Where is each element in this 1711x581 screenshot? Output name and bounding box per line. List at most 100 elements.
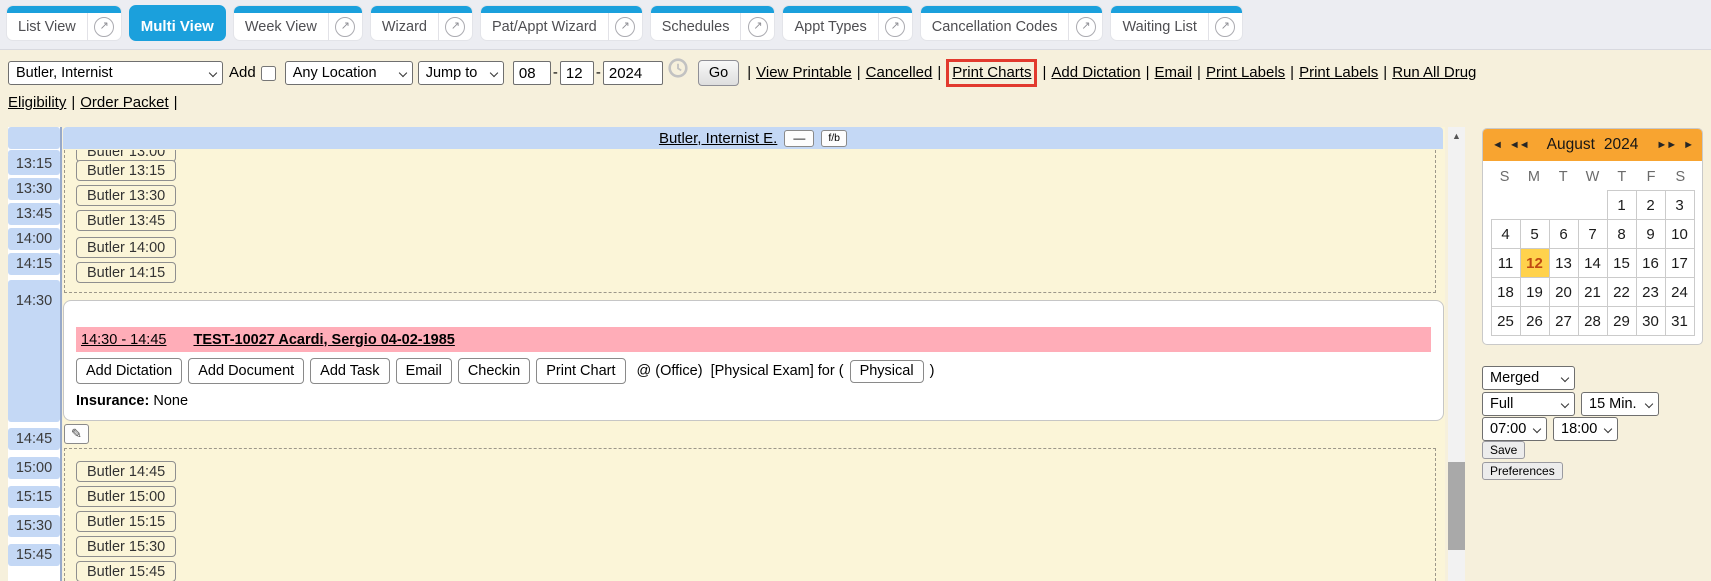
appointment-add-dictation-button[interactable]: Add Dictation <box>76 358 182 384</box>
calendar-day[interactable]: 24 <box>1665 278 1694 307</box>
add-checkbox[interactable] <box>261 66 276 81</box>
link-order-packet[interactable]: Order Packet <box>80 94 168 111</box>
open-slot-button[interactable]: Butler 13:45 <box>76 210 176 231</box>
date-year-input[interactable] <box>603 61 663 85</box>
tab-week-view[interactable]: Week View↗ <box>233 5 363 41</box>
calendar-day[interactable]: 11 <box>1491 249 1520 278</box>
link-print-labels[interactable]: Print Labels <box>1299 64 1378 81</box>
tab-schedules[interactable]: Schedules↗ <box>650 5 776 41</box>
calendar-next-fast-icon[interactable]: ►► <box>1656 139 1676 151</box>
calendar-prev-icon[interactable]: ◄ <box>1492 139 1502 151</box>
calendar-day[interactable]: 9 <box>1636 220 1665 249</box>
calendar-day[interactable]: 7 <box>1578 220 1607 249</box>
tab-appt-types[interactable]: Appt Types↗ <box>782 5 912 41</box>
time-column-divider <box>60 127 62 581</box>
open-slot-button[interactable]: Butler 15:45 <box>76 561 176 581</box>
clock-icon[interactable] <box>667 57 689 89</box>
link-add-dictation[interactable]: Add Dictation <box>1051 64 1140 81</box>
calendar-day[interactable]: 28 <box>1578 307 1607 336</box>
calendar-day[interactable]: 14 <box>1578 249 1607 278</box>
link-print-labels[interactable]: Print Labels <box>1206 64 1285 81</box>
open-slot-button[interactable]: Butler 14:00 <box>76 237 176 258</box>
calendar-day[interactable]: 2 <box>1636 191 1665 220</box>
appointment-email-button[interactable]: Email <box>396 358 452 384</box>
calendar-day[interactable]: 15 <box>1607 249 1636 278</box>
appointment-time-link[interactable]: 14:30 - 14:45 <box>81 332 166 348</box>
scrollbar-thumb[interactable] <box>1448 462 1465 550</box>
calendar-day[interactable]: 23 <box>1636 278 1665 307</box>
size-select[interactable]: Full <box>1482 392 1575 416</box>
calendar-day[interactable]: 19 <box>1520 278 1549 307</box>
calendar-day[interactable]: 22 <box>1607 278 1636 307</box>
calendar-day[interactable]: 26 <box>1520 307 1549 336</box>
fb-button[interactable]: f/b <box>821 130 847 147</box>
calendar-day[interactable]: 27 <box>1549 307 1578 336</box>
jump-to-select[interactable]: Jump to <box>418 61 504 85</box>
calendar-day[interactable]: 17 <box>1665 249 1694 278</box>
location-select[interactable]: Any Location <box>285 61 413 85</box>
interval-select[interactable]: 15 Min. <box>1581 392 1659 416</box>
view-mode-select[interactable]: Merged <box>1482 366 1575 390</box>
appointment-add-task-button[interactable]: Add Task <box>310 358 389 384</box>
appointment-add-document-button[interactable]: Add Document <box>188 358 304 384</box>
calendar-day[interactable]: 6 <box>1549 220 1578 249</box>
open-slot-button[interactable]: Butler 13:30 <box>76 185 176 206</box>
calendar-prev-fast-icon[interactable]: ◄◄ <box>1509 139 1529 151</box>
date-day-input[interactable] <box>560 61 594 85</box>
tab-pat-appt-wizard[interactable]: Pat/Appt Wizard↗ <box>480 5 643 41</box>
provider-link[interactable]: Butler, Internist E. <box>659 130 777 147</box>
appointment-type-button[interactable]: Physical <box>850 360 924 383</box>
scrollbar-up-arrow-icon[interactable]: ▲ <box>1448 127 1465 145</box>
calendar-next-icon[interactable]: ► <box>1683 139 1693 151</box>
calendar-day[interactable]: 13 <box>1549 249 1578 278</box>
calendar-day[interactable]: 8 <box>1607 220 1636 249</box>
link-view-printable[interactable]: View Printable <box>756 64 852 81</box>
edit-slot-button[interactable]: ✎ <box>64 424 89 444</box>
link-separator: | <box>1290 64 1294 81</box>
collapse-column-button[interactable]: — <box>784 130 814 147</box>
tab-label: List View <box>7 19 87 35</box>
calendar-day[interactable]: 10 <box>1665 220 1694 249</box>
go-button[interactable]: Go <box>698 60 739 86</box>
calendar-day[interactable]: 1 <box>1607 191 1636 220</box>
appointment-checkin-button[interactable]: Checkin <box>458 358 530 384</box>
open-slot-button[interactable]: Butler 14:45 <box>76 461 176 482</box>
time-cell: 14:30 <box>8 280 60 422</box>
open-slot-button[interactable]: Butler 13:15 <box>76 160 176 181</box>
save-button[interactable]: Save <box>1482 441 1525 459</box>
calendar-day[interactable]: 20 <box>1549 278 1578 307</box>
calendar-day[interactable]: 3 <box>1665 191 1694 220</box>
open-slot-button[interactable]: Butler 15:15 <box>76 511 176 532</box>
calendar-day[interactable]: 18 <box>1491 278 1520 307</box>
tab-waiting-list[interactable]: Waiting List↗ <box>1110 5 1242 41</box>
calendar-day[interactable]: 29 <box>1607 307 1636 336</box>
provider-select[interactable]: Butler, Internist <box>8 61 223 85</box>
chevron-down-icon <box>209 69 217 77</box>
calendar-day[interactable]: 31 <box>1665 307 1694 336</box>
link-email[interactable]: Email <box>1155 64 1193 81</box>
tab-wizard[interactable]: Wizard↗ <box>370 5 473 41</box>
end-time-select[interactable]: 18:00 <box>1553 417 1618 441</box>
calendar-day[interactable]: 5 <box>1520 220 1549 249</box>
calendar-day[interactable]: 30 <box>1636 307 1665 336</box>
schedule-scrollbar[interactable]: ▲ <box>1448 127 1465 581</box>
calendar-day[interactable]: 21 <box>1578 278 1607 307</box>
calendar-day-selected[interactable]: 12 <box>1520 249 1549 278</box>
link-cancelled[interactable]: Cancelled <box>866 64 933 81</box>
tab-list-view[interactable]: List View↗ <box>6 5 122 41</box>
link-print-charts[interactable]: Print Charts <box>952 64 1031 81</box>
tab-multi-view[interactable]: Multi View <box>129 5 226 41</box>
open-slot-button[interactable]: Butler 15:30 <box>76 536 176 557</box>
start-time-select[interactable]: 07:00 <box>1482 417 1547 441</box>
calendar-day[interactable]: 16 <box>1636 249 1665 278</box>
appointment-card: 14:30 - 14:45 TEST-10027 Acardi, Sergio … <box>63 300 1444 421</box>
appointment-patient-link[interactable]: TEST-10027 Acardi, Sergio 04-02-1985 <box>193 332 454 348</box>
calendar-day[interactable]: 25 <box>1491 307 1520 336</box>
preferences-button[interactable]: Preferences <box>1482 462 1563 480</box>
tab-cancellation-codes[interactable]: Cancellation Codes↗ <box>920 5 1104 41</box>
calendar-day[interactable]: 4 <box>1491 220 1520 249</box>
date-month-input[interactable] <box>513 61 551 85</box>
appointment-print-chart-button[interactable]: Print Chart <box>536 358 625 384</box>
open-slot-button[interactable]: Butler 15:00 <box>76 486 176 507</box>
open-slot-button[interactable]: Butler 14:15 <box>76 262 176 283</box>
